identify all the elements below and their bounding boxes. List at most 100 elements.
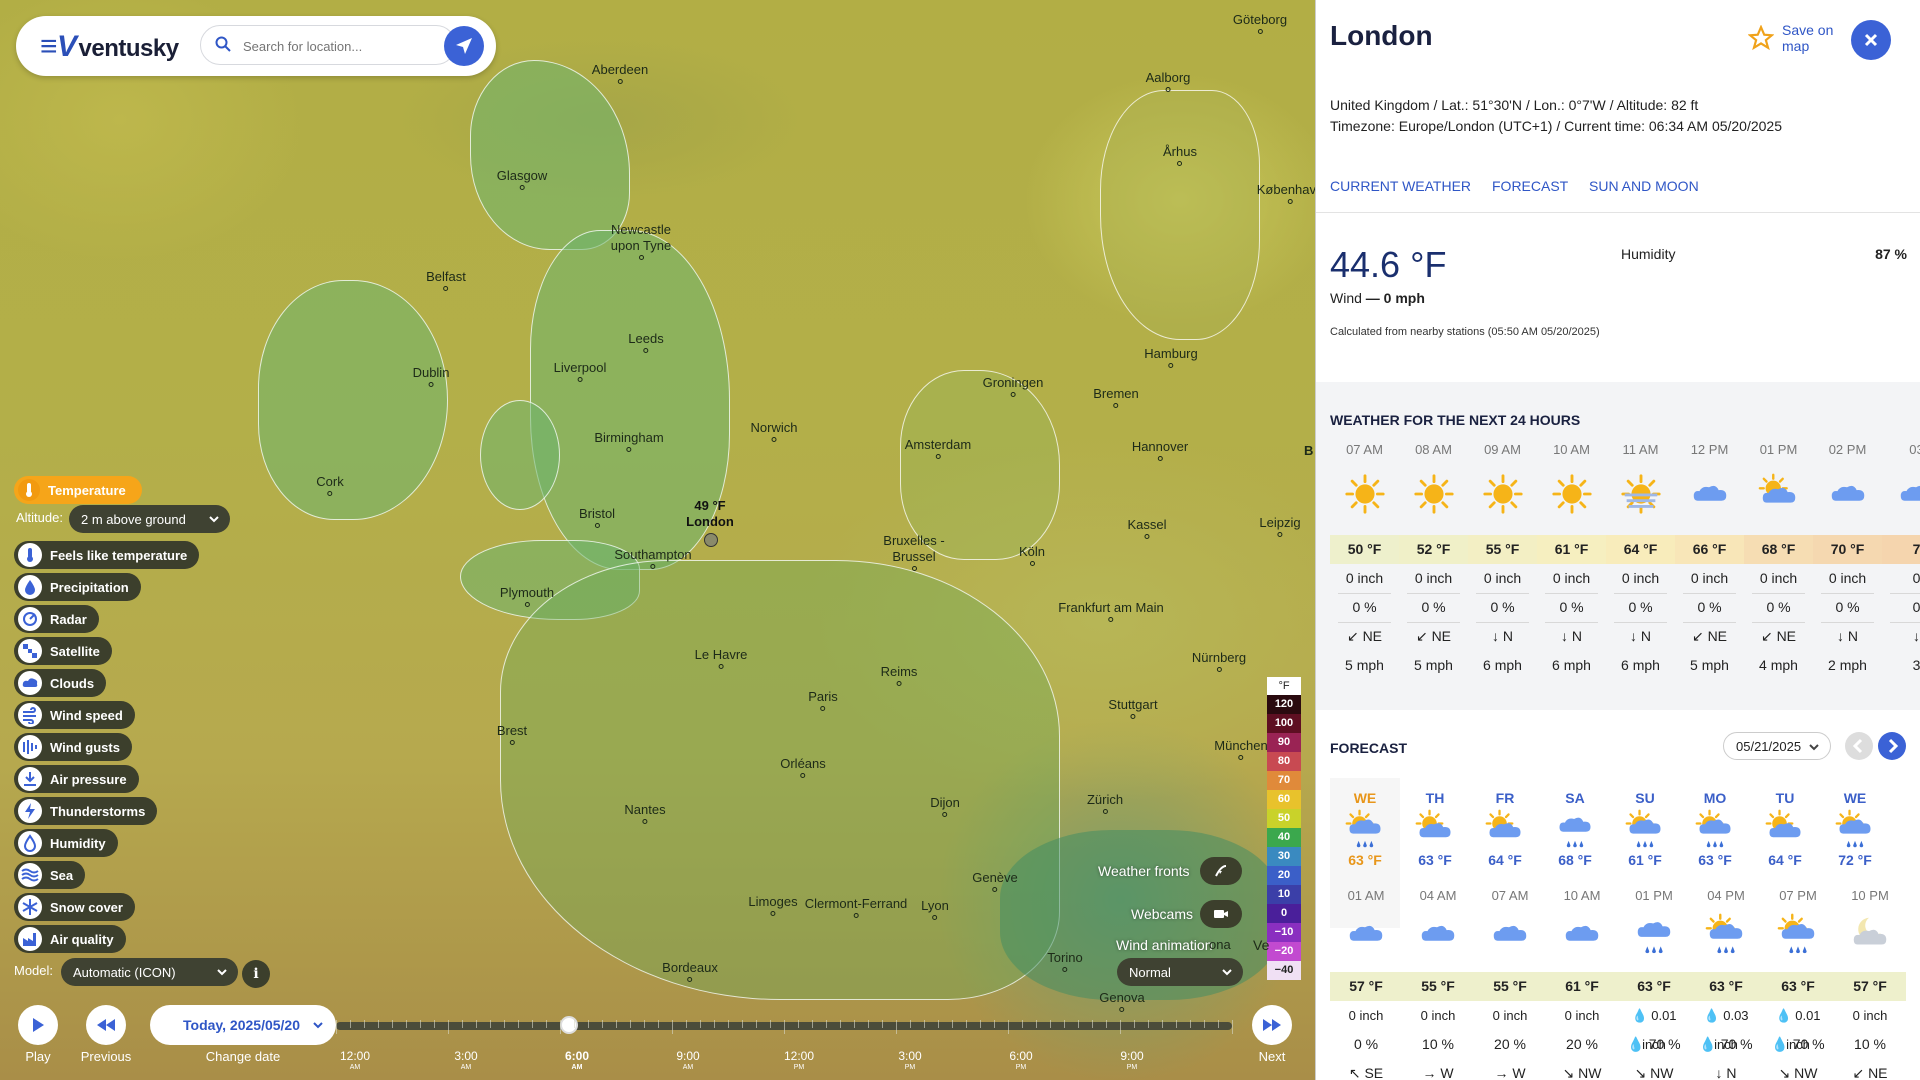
layer-label: Satellite — [50, 643, 100, 659]
timeline-minor-tick — [658, 1020, 659, 1028]
tab-sun-and-moon[interactable]: SUN AND MOON — [1589, 178, 1699, 194]
forecast-day[interactable]: TU 64 °F — [1750, 778, 1820, 928]
webcams-toggle[interactable] — [1200, 900, 1242, 928]
city-dot — [718, 664, 724, 669]
altitude-select[interactable]: 2 m above ground — [69, 505, 230, 533]
wind-value: — 0 mph — [1365, 290, 1425, 306]
play-button[interactable] — [18, 1005, 58, 1045]
forecast-day[interactable]: FR 64 °F — [1470, 778, 1540, 928]
model-info-button[interactable]: i — [242, 960, 270, 988]
date-picker[interactable]: Today, 2025/05/20 — [150, 1005, 336, 1045]
layer-air-pressure[interactable]: Air pressure — [14, 765, 139, 793]
city-name: Leipzig — [1259, 515, 1301, 530]
sun-cloud-icon — [1744, 472, 1813, 524]
wind-animation-select[interactable]: Normal — [1117, 958, 1243, 986]
tab-forecast[interactable]: FORECAST — [1492, 178, 1568, 194]
forecast-hour-prob: 💧 70 % — [1771, 1036, 1825, 1052]
timeline-minor-tick — [532, 1020, 533, 1028]
close-panel-button[interactable] — [1851, 20, 1891, 60]
timeline-minor-tick — [1148, 1020, 1149, 1028]
city-label: Newcastle upon Tyne — [601, 222, 681, 260]
row-divider — [1407, 622, 1460, 623]
city-dot — [935, 454, 941, 459]
day-temp: 64 °F — [1768, 852, 1802, 868]
day-name: TH — [1425, 790, 1445, 806]
city-label: Bordeaux — [662, 960, 718, 982]
layer-temperature-active[interactable]: Temperature — [14, 476, 142, 504]
layer-clouds[interactable]: Clouds — [14, 669, 107, 697]
weather-fronts-toggle[interactable] — [1200, 857, 1242, 885]
tab-current-weather[interactable]: CURRENT WEATHER — [1330, 178, 1471, 194]
forecast-day[interactable]: SA 68 °F — [1540, 778, 1610, 928]
row-divider — [1821, 593, 1874, 594]
layer-air-quality[interactable]: Air quality — [14, 925, 126, 953]
row-divider — [1752, 622, 1805, 623]
layer-sea[interactable]: Sea — [14, 861, 86, 889]
hour-precip: 0 inch — [1345, 570, 1384, 586]
forecast-day[interactable]: WE 72 °F — [1820, 778, 1890, 928]
tabs-divider — [1316, 212, 1920, 213]
location-marker[interactable] — [704, 533, 718, 547]
layer-wind-gusts[interactable]: Wind gusts — [14, 733, 132, 761]
layer-feels-like-temperature[interactable]: Feels like temperature — [14, 541, 200, 569]
model-select[interactable]: Automatic (ICON) — [61, 958, 238, 986]
city-dot — [1277, 532, 1283, 537]
layer-precipitation[interactable]: Precipitation — [14, 573, 141, 601]
hour-time: 03 — [1909, 442, 1920, 457]
timeline-tick-label: 12:00 PM — [784, 1050, 814, 1074]
chevron-down-icon — [1809, 744, 1819, 751]
timeline-tick-label: 9:00 PM — [1120, 1050, 1143, 1074]
weather-map[interactable]: Göteborg Aberdeen Aalborg Århus Glasgow Køben… — [0, 0, 1315, 1080]
tick-time: 6:00 — [1009, 1049, 1033, 1063]
city-label: Orléans — [780, 756, 826, 778]
forecast-day[interactable]: TH 63 °F — [1400, 778, 1470, 928]
forecast-day[interactable]: MO 63 °F — [1680, 778, 1750, 928]
timeline-minor-tick — [700, 1020, 701, 1028]
hour-wind: 5 mph — [1690, 657, 1729, 673]
layer-thunderstorms[interactable]: Thunderstorms — [14, 797, 158, 825]
layer-wind-speed[interactable]: Wind speed — [14, 701, 135, 729]
city-name: Nantes — [624, 802, 666, 817]
timeline-minor-tick — [728, 1020, 729, 1028]
layer-humidity[interactable]: Humidity — [14, 829, 118, 857]
day-name: FR — [1495, 790, 1515, 806]
forecast-day[interactable]: WE 63 °F — [1330, 778, 1400, 928]
previous-button[interactable] — [86, 1005, 126, 1045]
layer-label: Wind gusts — [50, 739, 120, 755]
layer-satellite[interactable]: Satellite — [14, 637, 112, 665]
forecast-next-button[interactable] — [1878, 732, 1906, 760]
legend-step: 50 — [1267, 809, 1301, 828]
row-divider — [1821, 622, 1874, 623]
search-input[interactable] — [241, 34, 441, 58]
cloud-icon — [1882, 472, 1920, 524]
city-dot — [594, 523, 600, 528]
save-on-map-button[interactable]: Save on map — [1748, 22, 1838, 54]
city-name: Göteborg — [1232, 12, 1288, 27]
layer-radar[interactable]: Radar — [14, 605, 99, 633]
timeline-minor-tick — [1092, 1020, 1093, 1028]
locate-button[interactable] — [444, 26, 484, 66]
city-label: Groningen — [983, 375, 1043, 397]
wind-icon — [18, 703, 42, 727]
timeline-minor-tick — [938, 1020, 939, 1028]
city-name: Newcastle upon Tyne — [610, 222, 672, 253]
ventusky-logo[interactable]: ≡Vventusky — [40, 30, 179, 64]
search-box[interactable] — [200, 25, 456, 65]
current-wind: Wind — 0 mph — [1330, 290, 1425, 306]
hour-prob: 0 % — [1766, 599, 1791, 615]
city-dot — [638, 255, 644, 260]
hour-precip: 0 inch — [1483, 570, 1522, 586]
location-marker-label: 49 °F London — [686, 498, 734, 530]
city-name: Nürnberg — [1191, 650, 1247, 665]
layer-snow-cover[interactable]: Snow cover — [14, 893, 135, 921]
forecast-day[interactable]: SU 61 °F — [1610, 778, 1680, 928]
forecast-prev-button[interactable] — [1845, 732, 1873, 760]
city-dot — [820, 706, 826, 711]
forecast-hour-wind-dir: ↘ NW — [1634, 1065, 1674, 1080]
forecast-date-select[interactable]: 05/21/2025 — [1723, 732, 1831, 760]
timeline-minor-tick — [476, 1020, 477, 1028]
layer-label: Feels like temperature — [50, 547, 188, 563]
city-label: Köln — [1019, 544, 1045, 566]
next-button[interactable] — [1252, 1005, 1292, 1045]
timeline-thumb[interactable] — [559, 1016, 578, 1034]
